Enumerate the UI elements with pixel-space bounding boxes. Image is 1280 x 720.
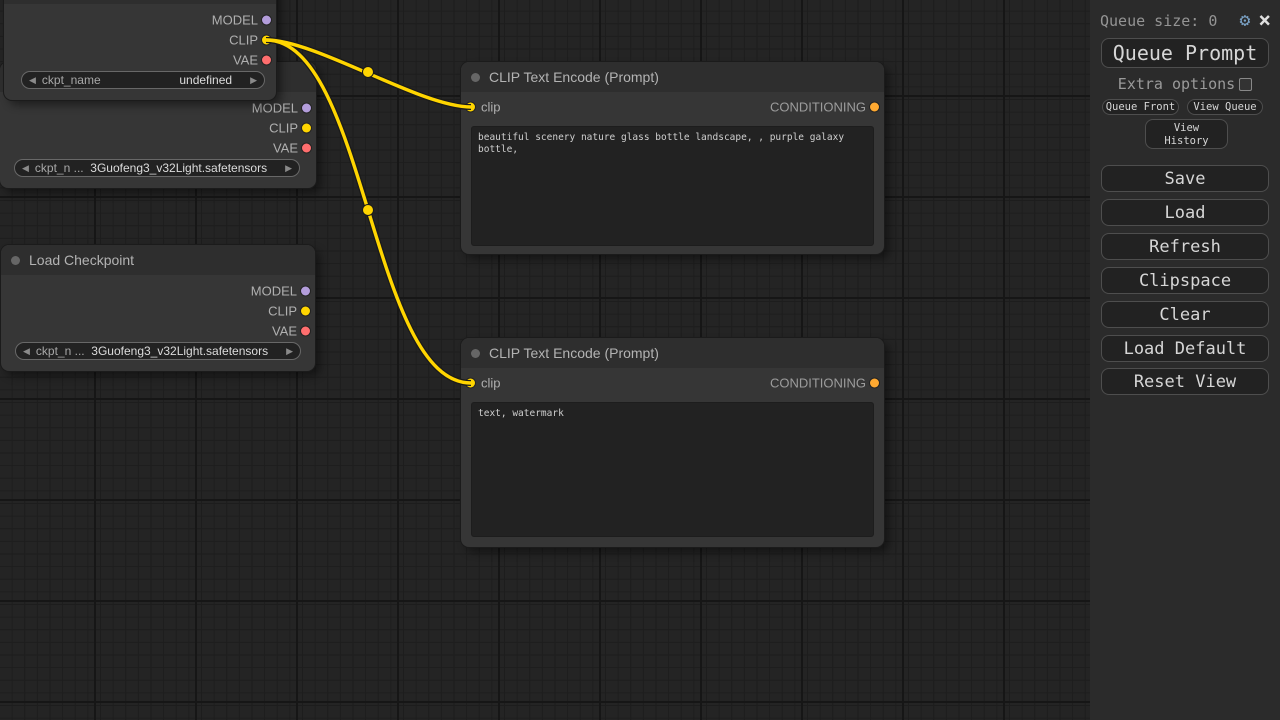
output-label-conditioning: CONDITIONING [770, 376, 866, 391]
load-default-button[interactable]: Load Default [1101, 335, 1269, 362]
input-label-clip: clip [481, 376, 501, 391]
ckpt-name-widget[interactable]: ◀ ckpt_name undefined ▶ [21, 71, 265, 89]
clip-output-dot[interactable] [301, 307, 310, 316]
load-checkpoint-node[interactable]: Load Checkpoint MODEL CLIP VAE ◀ ckpt_n … [1, 245, 315, 371]
extra-options-label: Extra options [1118, 75, 1235, 93]
wire-midpoint-dot [363, 205, 374, 216]
settings-gear-icon[interactable]: ⚙ [1240, 12, 1251, 30]
clip-text-encode-positive-node[interactable]: CLIP Text Encode (Prompt) clip CONDITION… [461, 62, 884, 254]
node-title-bar: CLIP Text Encode (Prompt) [461, 62, 884, 92]
widget-name: ckpt_name [42, 73, 101, 87]
node-title: Load Checkpoint [29, 252, 134, 268]
extra-options-checkbox[interactable] [1239, 78, 1252, 91]
output-label-conditioning: CONDITIONING [770, 100, 866, 115]
refresh-button[interactable]: Refresh [1101, 233, 1269, 260]
model-output-dot[interactable] [302, 104, 311, 113]
prompt-textarea[interactable]: beautiful scenery nature glass bottle la… [471, 126, 874, 246]
widget-value: 3Guofeng3_v32Light.safetensors [90, 161, 267, 175]
widget-prev-arrow-icon[interactable]: ◀ [22, 163, 29, 174]
widget-value: undefined [107, 73, 232, 87]
comfyui-menu-panel: Queue size: 0 ⚙ × Queue Prompt Extra opt… [1090, 0, 1280, 720]
load-button[interactable]: Load [1101, 199, 1269, 226]
vae-output-dot[interactable] [302, 144, 311, 153]
widget-name: ckpt_n ... [36, 344, 85, 358]
widget-name: ckpt_n ... [35, 161, 84, 175]
node-title-bar [4, 0, 276, 4]
clip-input-dot[interactable] [466, 379, 475, 388]
collapse-dot-icon[interactable] [471, 73, 480, 82]
model-output-dot[interactable] [262, 16, 271, 25]
output-label-model: MODEL [252, 101, 298, 116]
clip-output-dot[interactable] [262, 36, 271, 45]
node-title: CLIP Text Encode (Prompt) [489, 69, 659, 85]
view-history-button[interactable]: View History [1145, 119, 1228, 149]
queue-prompt-button[interactable]: Queue Prompt [1101, 38, 1269, 68]
save-button[interactable]: Save [1101, 165, 1269, 192]
node-title-bar: Load Checkpoint [1, 245, 315, 275]
ckpt-name-widget[interactable]: ◀ ckpt_n ... 3Guofeng3_v32Light.safetens… [15, 342, 301, 360]
output-label-clip: CLIP [269, 121, 298, 136]
node-title-bar: CLIP Text Encode (Prompt) [461, 338, 884, 368]
clip-output-dot[interactable] [302, 124, 311, 133]
ckpt-name-widget[interactable]: ◀ ckpt_n ... 3Guofeng3_v32Light.safetens… [14, 159, 300, 177]
reset-view-button[interactable]: Reset View [1101, 368, 1269, 395]
widget-value: 3Guofeng3_v32Light.safetensors [91, 344, 268, 358]
conditioning-output-dot[interactable] [870, 379, 879, 388]
model-output-dot[interactable] [301, 287, 310, 296]
conditioning-output-dot[interactable] [870, 103, 879, 112]
clipspace-button[interactable]: Clipspace [1101, 267, 1269, 294]
vae-output-dot[interactable] [301, 327, 310, 336]
clip-input-dot[interactable] [466, 103, 475, 112]
widget-next-arrow-icon[interactable]: ▶ [286, 346, 293, 357]
collapse-dot-icon[interactable] [11, 256, 20, 265]
output-label-model: MODEL [251, 284, 297, 299]
output-label-model: MODEL [212, 13, 258, 28]
queue-size-label: Queue size: 0 [1100, 12, 1234, 30]
vae-output-dot[interactable] [262, 56, 271, 65]
close-icon[interactable]: × [1258, 10, 1271, 31]
output-label-vae: VAE [273, 141, 298, 156]
load-checkpoint-node-top[interactable]: MODEL CLIP VAE ◀ ckpt_name undefined ▶ [4, 0, 276, 100]
wire-midpoint-dot [363, 67, 374, 78]
view-queue-button[interactable]: View Queue [1187, 99, 1263, 115]
node-graph-canvas[interactable]: MODEL CLIP VAE ◀ ckpt_n ... 3Guofeng3_v3… [0, 0, 1090, 720]
queue-front-button[interactable]: Queue Front [1102, 99, 1179, 115]
output-label-vae: VAE [233, 53, 258, 68]
widget-next-arrow-icon[interactable]: ▶ [250, 75, 257, 86]
node-title: CLIP Text Encode (Prompt) [489, 345, 659, 361]
widget-prev-arrow-icon[interactable]: ◀ [29, 75, 36, 86]
input-label-clip: clip [481, 100, 501, 115]
collapse-dot-icon[interactable] [471, 349, 480, 358]
output-label-vae: VAE [272, 324, 297, 339]
clear-button[interactable]: Clear [1101, 301, 1269, 328]
widget-prev-arrow-icon[interactable]: ◀ [23, 346, 30, 357]
widget-next-arrow-icon[interactable]: ▶ [285, 163, 292, 174]
prompt-textarea[interactable]: text, watermark [471, 402, 874, 537]
output-label-clip: CLIP [229, 33, 258, 48]
output-label-clip: CLIP [268, 304, 297, 319]
clip-text-encode-negative-node[interactable]: CLIP Text Encode (Prompt) clip CONDITION… [461, 338, 884, 547]
